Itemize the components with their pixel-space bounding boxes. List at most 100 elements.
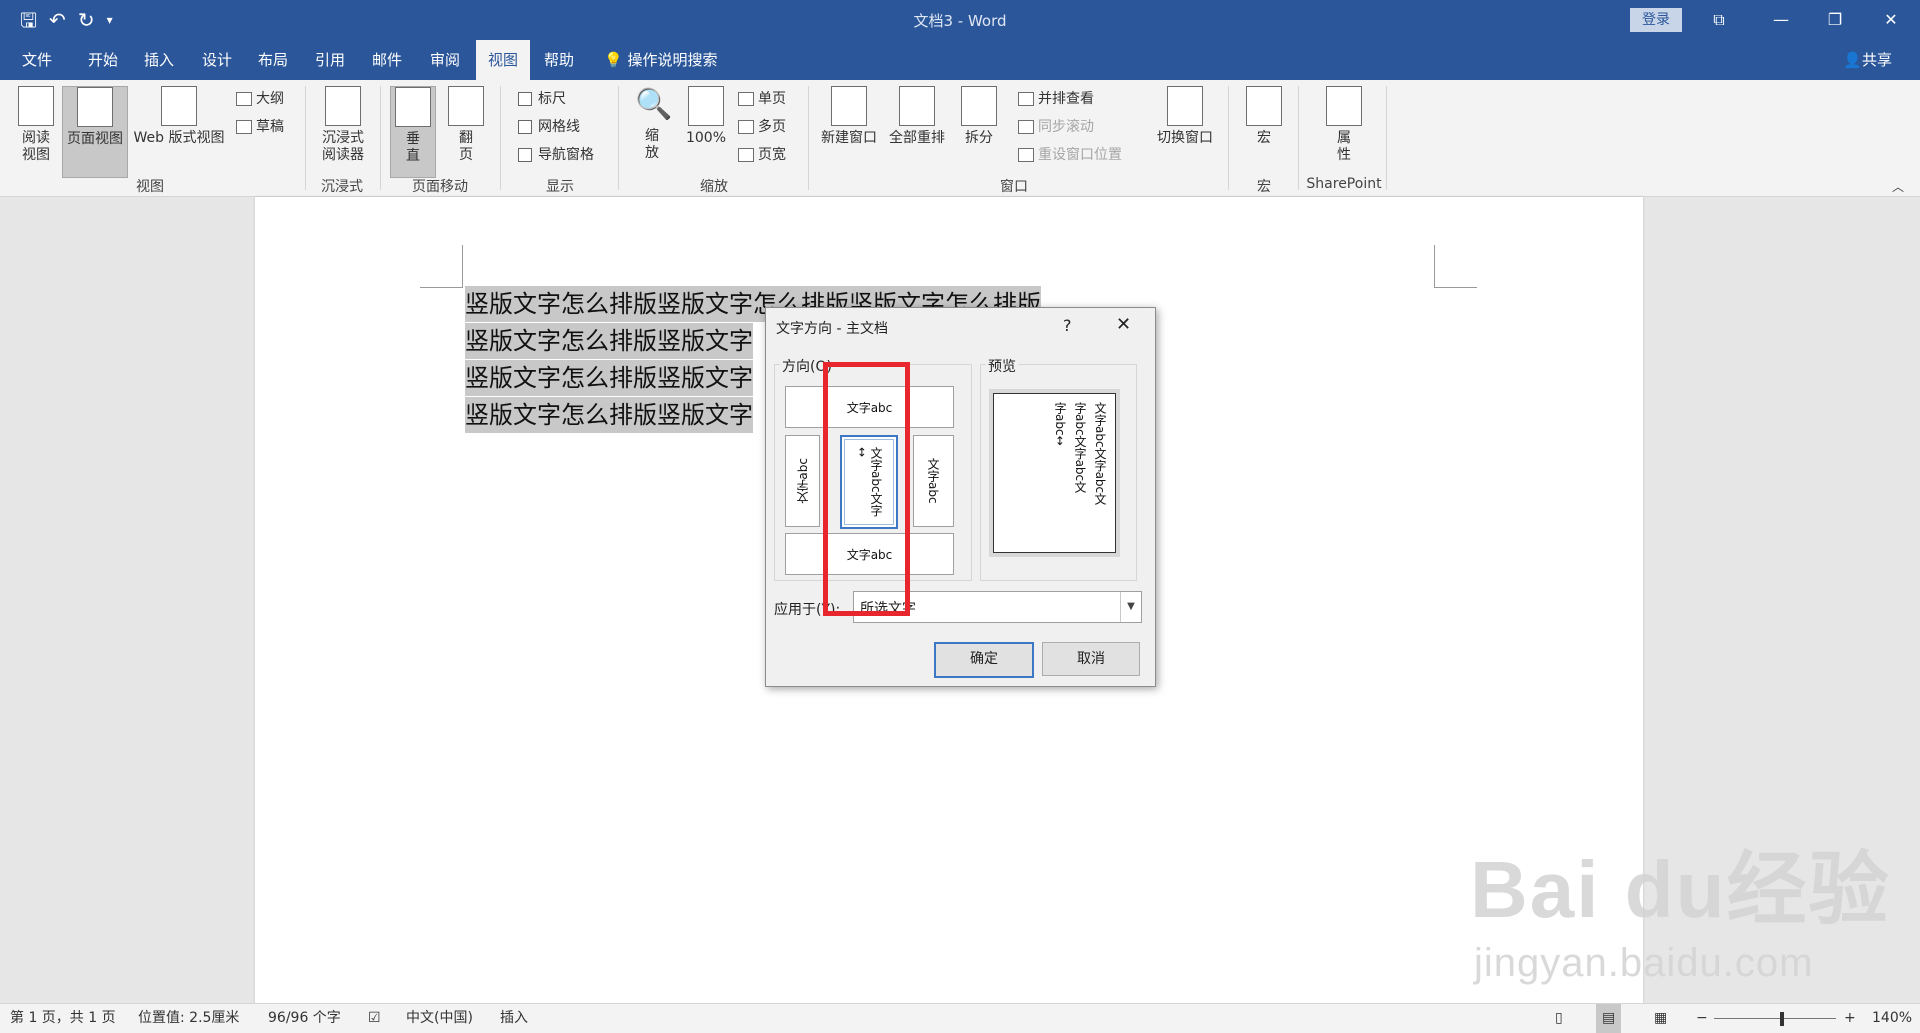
close-window-icon[interactable]: ✕ — [1868, 0, 1914, 40]
multiple-pages-icon — [738, 120, 754, 134]
tab-insert[interactable]: 插入 — [134, 40, 184, 80]
page-count[interactable]: 第 1 页，共 1 页 — [10, 1004, 116, 1033]
side-to-side-button[interactable]: 翻 页 — [444, 86, 488, 164]
print-layout-button[interactable]: 页面视图 — [62, 86, 128, 178]
collapse-ribbon-icon[interactable]: ︿ — [1892, 178, 1904, 195]
login-button[interactable]: 登录 — [1630, 8, 1682, 32]
zoom-in-icon[interactable]: + — [1844, 1004, 1856, 1033]
arrange-all-button[interactable]: 全部重排 — [884, 86, 950, 147]
sharepoint-properties-icon — [1326, 86, 1362, 126]
macros-button[interactable]: 宏 — [1242, 86, 1286, 147]
separator — [808, 86, 809, 190]
draft-button[interactable]: 草稿 — [236, 116, 284, 138]
multiple-pages-button[interactable]: 多页 — [738, 116, 786, 138]
tab-file[interactable]: 文件 — [12, 40, 62, 80]
split-button[interactable]: 拆分 — [954, 86, 1004, 147]
tab-home[interactable]: 开始 — [76, 40, 130, 80]
orientation-left-vertical-option[interactable]: 文字abc — [785, 435, 820, 527]
zoom-100-button[interactable]: 100% — [682, 86, 730, 147]
zoom-slider-track[interactable] — [1714, 1018, 1836, 1019]
draft-label: 草稿 — [256, 119, 284, 135]
tab-design[interactable]: 设计 — [192, 40, 242, 80]
language-indicator[interactable]: 中文(中国) — [406, 1004, 473, 1033]
cancel-button[interactable]: 取消 — [1042, 642, 1140, 676]
separator — [618, 86, 619, 190]
orientation-right-vertical-option[interactable]: 文字abc — [913, 435, 954, 527]
proofing-icon[interactable]: ☑ — [368, 1004, 381, 1033]
apply-to-select[interactable]: 所选文字 ▼ — [853, 591, 1142, 623]
tab-layout[interactable]: 布局 — [248, 40, 298, 80]
reset-window-button[interactable]: 重设窗口位置 — [1018, 144, 1122, 166]
outline-button[interactable]: 大纲 — [236, 88, 284, 110]
views-group-label: 视图 — [136, 179, 164, 195]
macros-icon — [1246, 86, 1282, 126]
web-layout-status-icon[interactable]: ▦ — [1654, 1004, 1667, 1033]
tab-help[interactable]: 帮助 — [534, 40, 584, 80]
new-window-button[interactable]: 新建窗口 — [816, 86, 882, 147]
read-mode-button[interactable]: 阅读 视图 — [12, 86, 60, 164]
tab-review[interactable]: 审阅 — [420, 40, 470, 80]
properties-button[interactable]: 属 性 — [1320, 86, 1368, 164]
new-window-icon — [831, 86, 867, 126]
help-icon[interactable]: ? — [1063, 316, 1072, 335]
zoom-button[interactable]: 🔍 缩 放 — [630, 86, 674, 162]
word-count[interactable]: 96/96 个字 — [268, 1004, 341, 1033]
chevron-down-icon[interactable]: ▼ — [1120, 592, 1141, 622]
orientation-label: 方向(O) — [780, 356, 834, 376]
vertical-page-movement-button[interactable]: 垂 直 — [390, 86, 436, 178]
preview-label: 预览 — [986, 356, 1018, 376]
minimize-icon[interactable]: — — [1758, 0, 1804, 40]
zoom-level[interactable]: 140% — [1872, 1004, 1912, 1033]
one-page-button[interactable]: 单页 — [738, 88, 786, 110]
share-button[interactable]: 👤共享 — [1843, 40, 1892, 80]
ruler-checkbox[interactable]: 标尺 — [518, 88, 566, 110]
document-text-line[interactable]: 竖版文字怎么排版竖版文字 — [465, 323, 753, 359]
tab-mailings[interactable]: 邮件 — [362, 40, 412, 80]
immersive-reader-button[interactable]: 沉浸式 阅读器 — [314, 86, 372, 164]
sync-scroll-button[interactable]: 同步滚动 — [1018, 116, 1094, 138]
immersive-reader-icon — [325, 86, 361, 126]
separator — [500, 86, 501, 190]
zoom-slider-thumb[interactable] — [1780, 1012, 1784, 1026]
tab-view[interactable]: 视图 — [476, 40, 530, 80]
macros-label: 宏 — [1257, 130, 1271, 146]
separator — [1228, 86, 1229, 190]
arrange-all-label: 全部重排 — [889, 130, 945, 146]
split-icon — [961, 86, 997, 126]
document-text-line[interactable]: 竖版文字怎么排版竖版文字 — [465, 397, 753, 433]
document-text-line[interactable]: 竖版文字怎么排版竖版文字 — [465, 360, 753, 396]
gridlines-checkbox[interactable]: 网格线 — [518, 116, 580, 138]
separator — [1298, 86, 1299, 190]
close-icon[interactable]: ✕ — [1116, 314, 1131, 335]
orientation-center-vertical-option[interactable]: 文字abc文字↔ — [840, 435, 898, 529]
zoom-out-icon[interactable]: − — [1696, 1004, 1708, 1033]
dialog-title: 文字方向 - 主文档 — [776, 321, 888, 337]
switch-windows-icon — [1167, 86, 1203, 126]
view-side-by-side-button[interactable]: 并排查看 — [1018, 88, 1094, 110]
ribbon: 阅读 视图 页面视图 Web 版式视图 大纲 草稿 视图 沉浸式 阅读器 沉浸式… — [0, 80, 1920, 197]
status-bar: 第 1 页，共 1 页 位置值: 2.5厘米 96/96 个字 ☑ 中文(中国)… — [0, 1003, 1920, 1033]
sharepoint-group-label: SharePoint — [1306, 176, 1382, 192]
ok-button[interactable]: 确定 — [934, 642, 1034, 678]
ribbon-display-icon[interactable]: ⧉ — [1696, 0, 1742, 40]
web-layout-button[interactable]: Web 版式视图 — [128, 86, 230, 147]
reset-window-label: 重设窗口位置 — [1038, 147, 1122, 163]
watermark-brand: Bai du经验 — [1470, 845, 1891, 934]
restore-icon[interactable]: ❐ — [1812, 0, 1858, 40]
immersive-reader-label: 沉浸式 阅读器 — [322, 130, 364, 163]
gridlines-label: 网格线 — [538, 119, 580, 135]
orientation-horizontal-option[interactable]: 文字abc — [785, 386, 954, 428]
tell-me-search[interactable]: 💡 操作说明搜索 — [604, 40, 717, 80]
page-width-button[interactable]: 页宽 — [738, 144, 786, 166]
watermark-url: jingyan.baidu.com — [1474, 941, 1814, 985]
orientation-bottom-option[interactable]: 文字abc — [785, 533, 954, 575]
read-mode-status-icon[interactable]: ▯ — [1555, 1004, 1563, 1033]
switch-windows-button[interactable]: 切换窗口 — [1150, 86, 1220, 147]
tab-references[interactable]: 引用 — [305, 40, 355, 80]
web-layout-icon — [161, 86, 197, 126]
nav-pane-checkbox[interactable]: 导航窗格 — [518, 144, 594, 166]
print-layout-status-icon[interactable]: ▤ — [1596, 1004, 1622, 1033]
ribbon-tabs: 文件 开始 插入 设计 布局 引用 邮件 审阅 视图 帮助 💡 操作说明搜索 👤… — [0, 40, 1920, 80]
insert-mode[interactable]: 插入 — [500, 1004, 528, 1033]
switch-windows-label: 切换窗口 — [1157, 130, 1213, 146]
